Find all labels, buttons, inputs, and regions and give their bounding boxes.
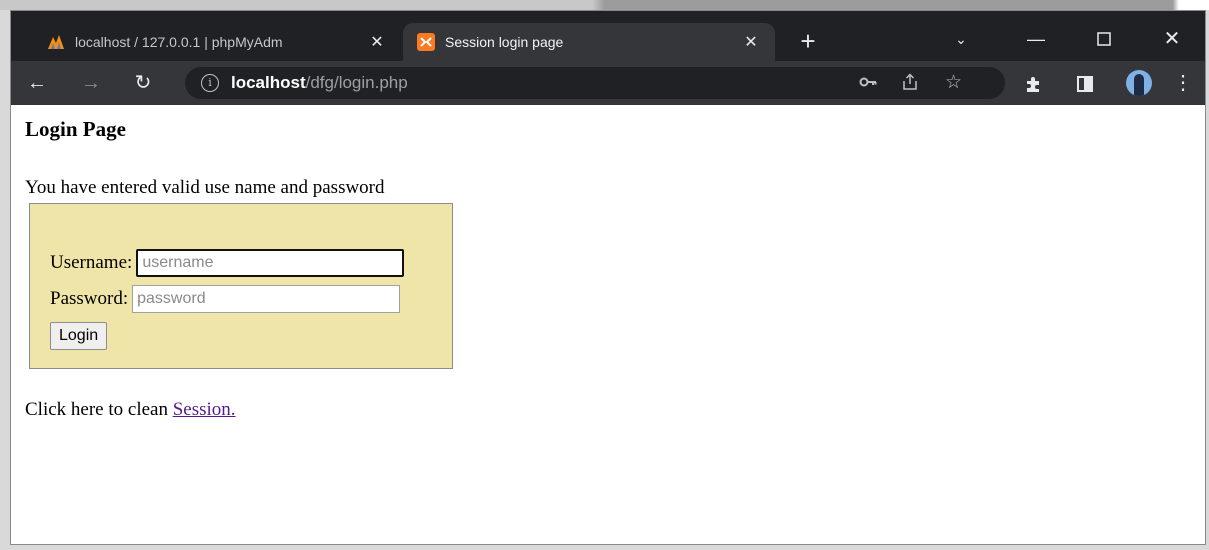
tab-title: Session login page	[445, 34, 564, 50]
tab-phpmyadmin[interactable]: localhost / 127.0.0.1 | phpMyAdm ✕	[33, 23, 401, 61]
extensions-icon[interactable]	[1019, 69, 1047, 97]
footer-label: Click here to clean	[25, 399, 173, 420]
username-row: Username:	[50, 249, 405, 277]
background-strip	[0, 0, 1209, 10]
forward-icon[interactable]: →	[77, 69, 105, 97]
key-icon[interactable]	[859, 73, 877, 96]
side-panel-icon[interactable]	[1071, 69, 1099, 97]
username-label: Username:	[50, 252, 133, 273]
login-form: Username: Password: Login	[29, 203, 453, 369]
address-path: /dfg/login.php	[305, 73, 408, 92]
tab-session-login[interactable]: Session login page ✕	[403, 23, 775, 61]
browser-window: localhost / 127.0.0.1 | phpMyAdm ✕ Sessi…	[10, 10, 1206, 545]
reload-icon[interactable]: ↻	[129, 69, 157, 97]
maximize-icon[interactable]	[1089, 25, 1119, 53]
profile-avatar[interactable]	[1126, 70, 1152, 96]
minimize-icon[interactable]: —	[1021, 25, 1051, 53]
password-input[interactable]	[132, 285, 401, 313]
tab-title: localhost / 127.0.0.1 | phpMyAdm	[75, 34, 283, 50]
session-link[interactable]: Session.	[173, 399, 236, 420]
password-row: Password:	[50, 285, 401, 313]
menu-kebab-icon[interactable]: ⋮	[1169, 69, 1197, 97]
toolbar: ← → ↻ i localhost/dfg/login.php ☆ ⋮	[11, 61, 1205, 105]
xampp-icon	[417, 33, 435, 51]
close-icon[interactable]: ✕	[367, 32, 387, 52]
close-window-icon[interactable]: ✕	[1157, 25, 1187, 53]
new-tab-button[interactable]: +	[794, 28, 822, 56]
address-bar[interactable]: i localhost/dfg/login.php ☆	[185, 67, 1005, 99]
password-label: Password:	[50, 288, 129, 309]
tab-search-icon[interactable]: ⌄	[947, 25, 975, 53]
bookmark-star-icon[interactable]: ☆	[945, 71, 962, 94]
username-input[interactable]	[136, 249, 405, 277]
share-icon[interactable]	[901, 73, 919, 96]
page-title: Login Page	[25, 117, 126, 141]
info-icon[interactable]: i	[201, 74, 219, 92]
login-button[interactable]: Login	[50, 322, 108, 350]
back-icon[interactable]: ←	[23, 69, 51, 97]
phpmyadmin-icon	[47, 33, 65, 51]
clean-session-text: Click here to clean Session.	[25, 399, 236, 421]
close-icon[interactable]: ✕	[741, 32, 761, 52]
page-content: Login Page You have entered valid use na…	[11, 105, 1205, 544]
status-message: You have entered valid use name and pass…	[25, 177, 385, 198]
address-host: localhost	[231, 73, 306, 92]
